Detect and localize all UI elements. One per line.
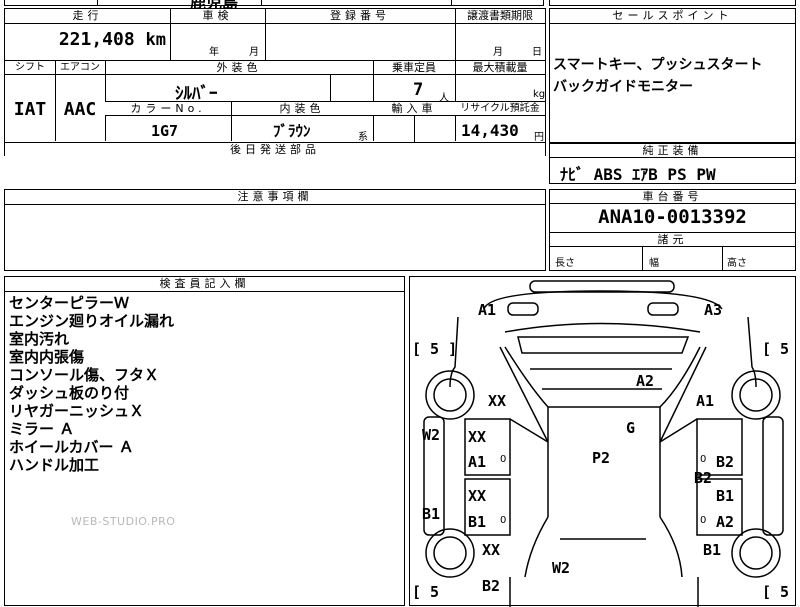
inspector-note: ミラー Ａ — [9, 420, 75, 438]
vehicle-info-grid: 走行 車検 登録番号 譲渡書類期限 221,408 km 年 月 月 日 シフト… — [4, 8, 546, 156]
chassis-value: ANA10-0013392 — [598, 206, 747, 228]
damage-mark: A2 — [636, 372, 655, 390]
spec-width-label: 幅 — [649, 258, 659, 269]
damage-mark: XX — [488, 392, 507, 410]
inspector-note: エンジン廻りオイル漏れ — [9, 312, 175, 330]
inspector-note: ダッシュ板のり付 — [9, 384, 130, 402]
genuine-equipment-header: 純正装備 — [550, 144, 795, 158]
interior-color-header: 内装色 — [231, 102, 373, 116]
damage-mark: A1 — [696, 392, 715, 410]
sales-points-panel: セールスポイント スマートキー、プッシュスタート バックガイドモニター — [549, 8, 796, 143]
transfer-day: 日 — [532, 47, 542, 58]
mileage-value: 221,408 km — [58, 29, 166, 50]
max-load-unit: kg — [533, 89, 546, 100]
interior-color-suffix: 系 — [358, 132, 368, 143]
registration-header: 登録番号 — [265, 9, 455, 24]
spec-height-label: 高さ — [727, 258, 747, 269]
capacity-value: 7 — [413, 80, 424, 100]
damage-mark: A3 — [704, 301, 723, 319]
inspector-note: ハンドル加工 — [9, 456, 100, 474]
damage-mark: XX — [468, 487, 487, 505]
sales-points-header: セールスポイント — [550, 9, 795, 24]
color-no-header: カラーNo. — [105, 102, 231, 116]
transfer-month: 月 — [493, 47, 503, 58]
damage-diagram-panel: [ 5 ] [ 5 [ 5 [ 5 A1 A3 A2 XX A1 G W2 XX… — [409, 276, 796, 607]
top-row-fragment — [4, 0, 544, 6]
later-parts-header: 後日発送部品 — [5, 143, 545, 156]
capacity-header: 乗車定員 — [373, 61, 455, 75]
watermark: WEB-STUDIO.PRO — [71, 515, 176, 528]
damage-mark: A1 — [478, 301, 497, 319]
inspector-notes: センターピラーＷ エンジン廻りオイル漏れ 室内汚れ 室内内張傷 コンソール傷、フ… — [9, 294, 174, 474]
damage-mark: W2 — [552, 559, 571, 577]
inspection-year: 年 — [209, 47, 219, 58]
damage-mark: B2 — [716, 453, 735, 471]
damage-mark: B1 — [703, 541, 722, 559]
genuine-equipment-value: ﾅﾋﾞ ABS ｴｱB PS PW — [560, 165, 716, 184]
dent-scale-front-left: [ 5 ] — [412, 340, 458, 358]
genuine-equipment-panel: 純正装備 ﾅﾋﾞ ABS ｴｱB PS PW — [549, 143, 796, 184]
zero-mark: 0 — [700, 454, 707, 465]
sales-point-line-1: スマートキー、プッシュスタート — [553, 57, 763, 73]
max-load-header: 最大積載量 — [455, 61, 545, 75]
damage-mark: XX — [468, 428, 487, 446]
damage-mark: B2 — [482, 577, 501, 595]
inspector-note: 室内汚れ — [9, 330, 70, 348]
zero-mark: 0 — [500, 454, 507, 465]
zero-mark: 0 — [700, 515, 707, 526]
zero-mark: 0 — [500, 515, 507, 526]
dent-scale-rear-right: [ 5 — [762, 583, 790, 601]
shift-value: IAT — [13, 99, 47, 120]
specs-header: 諸元 — [550, 232, 795, 247]
chassis-panel: 車台番号 ANA10-0013392 諸元 長さ 幅 高さ — [549, 189, 796, 271]
inspection-header: 車検 — [170, 9, 265, 24]
damage-mark: P2 — [592, 449, 611, 467]
import-car-header: 輸入車 — [373, 102, 455, 116]
recycle-header: リサイクル預託金 — [455, 102, 545, 116]
damage-mark: G — [626, 419, 636, 437]
dent-scale-front-right: [ 5 — [762, 340, 790, 358]
top-right-fragment — [549, 0, 796, 6]
sales-point-line-2: バックガイドモニター — [553, 79, 693, 95]
chassis-header: 車台番号 — [550, 190, 795, 204]
dent-scale-rear-left: [ 5 — [412, 583, 440, 601]
damage-mark: B1 — [468, 513, 487, 531]
inspector-note: センターピラーＷ — [9, 294, 130, 312]
inspector-note: コンソール傷、フタＸ — [9, 366, 160, 384]
damage-mark: B1 — [716, 487, 735, 505]
color-no-value: 1G7 — [151, 122, 179, 140]
caution-header: 注意事項欄 — [5, 190, 545, 205]
aircon-value: AAC — [63, 99, 97, 120]
exterior-color-header: 外装色 — [105, 61, 373, 75]
recycle-unit: 円 — [534, 132, 544, 143]
damage-mark: W2 — [422, 426, 441, 444]
damage-mark: A1 — [468, 453, 487, 471]
damage-mark: XX — [482, 541, 501, 559]
damage-mark: A2 — [716, 513, 735, 531]
aircon-header: エアコン — [55, 61, 105, 75]
inspector-note: ホイールカバー Ａ — [9, 438, 134, 456]
damage-mark: B1 — [422, 505, 441, 523]
interior-color-value: ﾌﾞﾗｳﾝ — [273, 122, 311, 140]
inspector-note: リヤガーニッシュＸ — [9, 402, 145, 420]
caution-panel: 注意事項欄 — [4, 189, 546, 271]
spec-length-label: 長さ — [555, 258, 575, 269]
damage-mark: B2 — [694, 469, 713, 487]
inspection-month: 月 — [249, 47, 259, 58]
recycle-value: 14,430 — [461, 121, 519, 140]
inspector-header: 検査員記入欄 — [5, 277, 404, 292]
mileage-header: 走行 — [5, 9, 170, 24]
inspector-panel: 検査員記入欄 センターピラーＷ エンジン廻りオイル漏れ 室内汚れ 室内内張傷 コ… — [4, 276, 405, 606]
transfer-header: 譲渡書類期限 — [455, 9, 545, 24]
inspector-note: 室内内張傷 — [9, 348, 85, 366]
shift-header: シフト — [5, 61, 55, 75]
